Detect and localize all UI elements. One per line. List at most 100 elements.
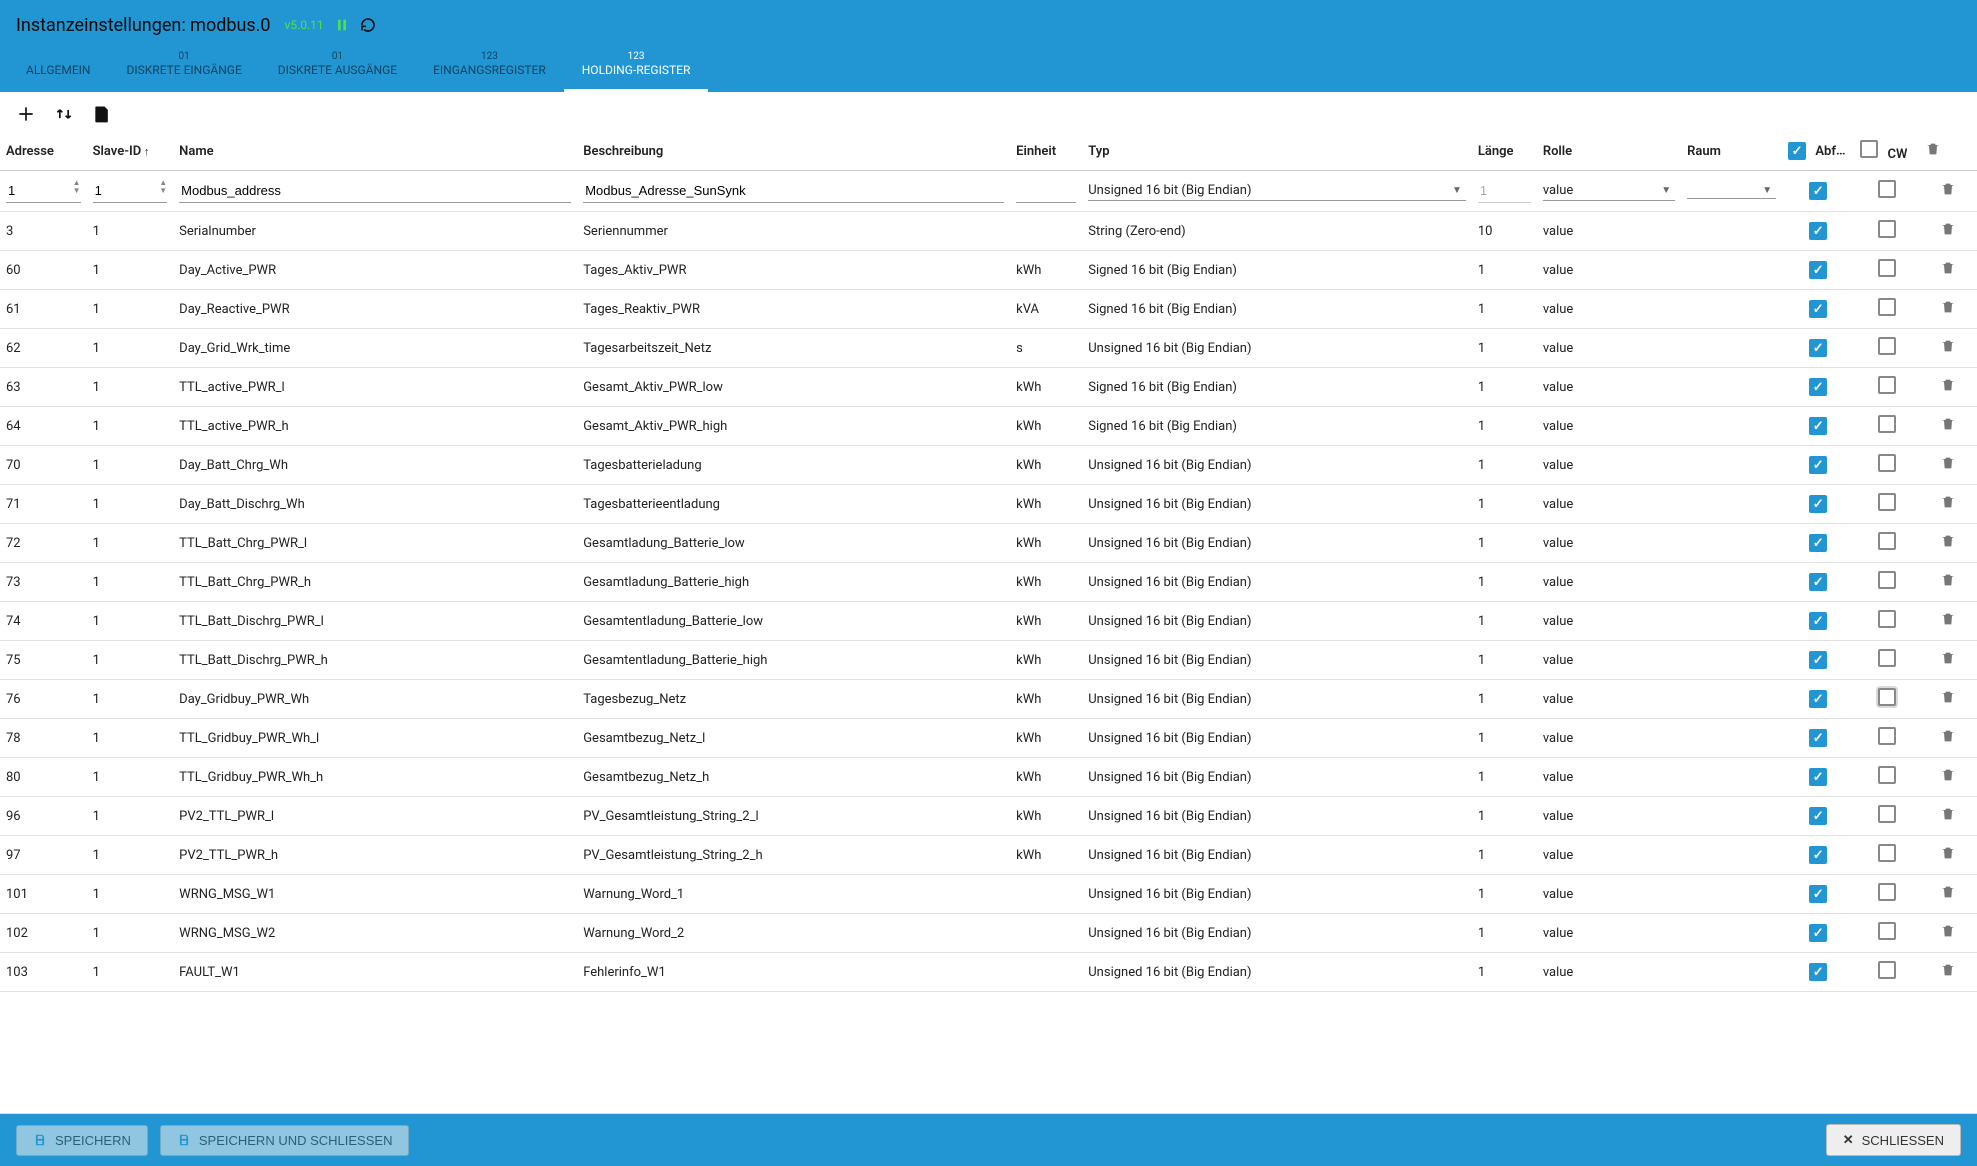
table-row[interactable]: 31SerialnumberSeriennummerString (Zero-e… — [0, 212, 1977, 251]
table-row[interactable]: 641TTL_active_PWR_hGesamt_Aktiv_PWR_high… — [0, 407, 1977, 446]
table-row[interactable]: 731TTL_Batt_Chrg_PWR_hGesamtladung_Batte… — [0, 563, 1977, 602]
col-type[interactable]: Typ — [1082, 132, 1472, 171]
abfrage-checkbox[interactable] — [1809, 300, 1827, 318]
delete-row-button[interactable] — [1940, 221, 1956, 237]
table-row[interactable]: 631TTL_active_PWR_lGesamt_Aktiv_PWR_lowk… — [0, 368, 1977, 407]
delete-row-button[interactable] — [1940, 260, 1956, 276]
abfrage-checkbox[interactable] — [1809, 846, 1827, 864]
delete-row-button[interactable] — [1940, 611, 1956, 627]
delete-row-button[interactable] — [1940, 728, 1956, 744]
abfrage-checkbox[interactable] — [1809, 495, 1827, 513]
cw-checkbox[interactable] — [1878, 298, 1896, 316]
cw-checkbox[interactable] — [1878, 649, 1896, 667]
delete-row-button[interactable] — [1940, 923, 1956, 939]
col-name[interactable]: Name — [173, 132, 577, 171]
table-row[interactable]: 741TTL_Batt_Dischrg_PWR_lGesamtentladung… — [0, 602, 1977, 641]
table-scroll[interactable]: Adresse Slave-ID Name Beschreibung Einhe… — [0, 132, 1977, 1114]
delete-row-button[interactable] — [1940, 299, 1956, 315]
pause-icon[interactable] — [334, 17, 350, 33]
table-row[interactable]: 781TTL_Gridbuy_PWR_Wh_lGesamtbezug_Netz_… — [0, 719, 1977, 758]
col-unit[interactable]: Einheit — [1010, 132, 1082, 171]
cw-checkbox[interactable] — [1878, 415, 1896, 433]
name-input[interactable] — [179, 179, 571, 203]
col-abfrage[interactable]: Abfrage — [1782, 132, 1854, 171]
tab-holding-register[interactable]: 123HOLDING-REGISTER — [564, 42, 709, 92]
delete-row-button[interactable] — [1940, 767, 1956, 783]
cw-checkbox[interactable] — [1878, 844, 1896, 862]
tab-diskrete-ausgänge[interactable]: 01DISKRETE AUSGÄNGE — [260, 42, 415, 92]
abfrage-checkbox[interactable] — [1809, 690, 1827, 708]
table-row[interactable]: 761Day_Gridbuy_PWR_WhTagesbezug_NetzkWhU… — [0, 680, 1977, 719]
cw-checkbox[interactable] — [1878, 493, 1896, 511]
cw-checkbox[interactable] — [1878, 961, 1896, 979]
col-delete[interactable] — [1919, 132, 1977, 171]
refresh-icon[interactable] — [360, 17, 376, 33]
delete-row-button[interactable] — [1940, 689, 1956, 705]
cw-checkbox[interactable] — [1878, 180, 1896, 198]
delete-row-button[interactable] — [1940, 572, 1956, 588]
description-input[interactable] — [583, 179, 1004, 203]
unit-input[interactable] — [1016, 179, 1076, 203]
abfrage-checkbox[interactable] — [1809, 417, 1827, 435]
col-description[interactable]: Beschreibung — [577, 132, 1010, 171]
table-row[interactable]: 711Day_Batt_Dischrg_WhTagesbatterieentla… — [0, 485, 1977, 524]
table-row[interactable]: 701Day_Batt_Chrg_WhTagesbatterieladungkW… — [0, 446, 1977, 485]
cw-header-checkbox[interactable] — [1860, 140, 1878, 158]
cw-checkbox[interactable] — [1878, 571, 1896, 589]
abfrage-checkbox[interactable] — [1809, 182, 1827, 200]
abfrage-header-checkbox[interactable] — [1788, 142, 1806, 160]
cw-checkbox[interactable] — [1878, 610, 1896, 628]
cw-checkbox[interactable] — [1878, 220, 1896, 238]
abfrage-checkbox[interactable] — [1809, 885, 1827, 903]
delete-row-button[interactable] — [1940, 884, 1956, 900]
delete-row-button[interactable] — [1940, 455, 1956, 471]
slave-input[interactable] — [93, 179, 168, 203]
table-row[interactable]: 751TTL_Batt_Dischrg_PWR_hGesamtentladung… — [0, 641, 1977, 680]
tab-allgemein[interactable]: ALLGEMEIN — [8, 55, 109, 92]
abfrage-checkbox[interactable] — [1809, 339, 1827, 357]
import-export-button[interactable] — [54, 104, 74, 124]
save-close-button[interactable]: SPEICHERN UND SCHLIESSEN — [160, 1125, 410, 1156]
cw-checkbox[interactable] — [1878, 688, 1896, 706]
abfrage-checkbox[interactable] — [1809, 768, 1827, 786]
tsv-icon[interactable] — [92, 104, 112, 124]
delete-row-button[interactable] — [1940, 494, 1956, 510]
table-row[interactable]: 621Day_Grid_Wrk_timeTagesarbeitszeit_Net… — [0, 329, 1977, 368]
abfrage-checkbox[interactable] — [1809, 534, 1827, 552]
cw-checkbox[interactable] — [1878, 454, 1896, 472]
delete-row-button[interactable] — [1940, 181, 1956, 197]
address-input[interactable] — [6, 179, 81, 203]
col-length[interactable]: Länge — [1472, 132, 1537, 171]
col-cw[interactable]: CW — [1854, 132, 1919, 171]
abfrage-checkbox[interactable] — [1809, 378, 1827, 396]
save-button[interactable]: SPEICHERN — [16, 1125, 148, 1156]
cw-checkbox[interactable] — [1878, 922, 1896, 940]
abfrage-checkbox[interactable] — [1809, 573, 1827, 591]
delete-row-button[interactable] — [1940, 845, 1956, 861]
room-select[interactable]: ▼ — [1687, 183, 1776, 199]
cw-checkbox[interactable] — [1878, 805, 1896, 823]
col-role[interactable]: Rolle — [1537, 132, 1681, 171]
abfrage-checkbox[interactable] — [1809, 222, 1827, 240]
abfrage-checkbox[interactable] — [1809, 456, 1827, 474]
delete-row-button[interactable] — [1940, 377, 1956, 393]
delete-row-button[interactable] — [1940, 650, 1956, 666]
table-row[interactable]: 611Day_Reactive_PWRTages_Reaktiv_PWRkVAS… — [0, 290, 1977, 329]
table-row[interactable]: 801TTL_Gridbuy_PWR_Wh_hGesamtbezug_Netz_… — [0, 758, 1977, 797]
abfrage-checkbox[interactable] — [1809, 612, 1827, 630]
abfrage-checkbox[interactable] — [1809, 924, 1827, 942]
abfrage-checkbox[interactable] — [1809, 963, 1827, 981]
cw-checkbox[interactable] — [1878, 337, 1896, 355]
delete-row-button[interactable] — [1940, 806, 1956, 822]
delete-row-button[interactable] — [1940, 416, 1956, 432]
table-row[interactable]: 1031FAULT_W1Fehlerinfo_W1Unsigned 16 bit… — [0, 953, 1977, 992]
cw-checkbox[interactable] — [1878, 532, 1896, 550]
close-button[interactable]: ✕ SCHLIESSEN — [1826, 1124, 1961, 1156]
delete-row-button[interactable] — [1940, 962, 1956, 978]
table-row[interactable]: 1011WRNG_MSG_W1Warnung_Word_1Unsigned 16… — [0, 875, 1977, 914]
abfrage-checkbox[interactable] — [1809, 729, 1827, 747]
table-row[interactable]: 601Day_Active_PWRTages_Aktiv_PWRkWhSigne… — [0, 251, 1977, 290]
trash-icon[interactable] — [1925, 141, 1941, 157]
cw-checkbox[interactable] — [1878, 766, 1896, 784]
cw-checkbox[interactable] — [1878, 727, 1896, 745]
